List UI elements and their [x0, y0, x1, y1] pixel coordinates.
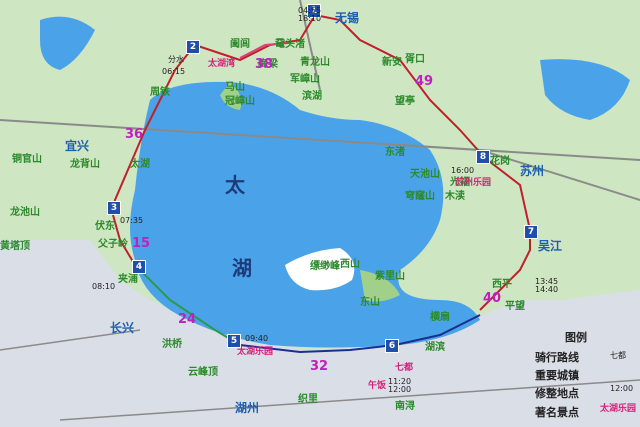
- legend-sample-town: 七都: [610, 351, 626, 360]
- place-helv: 阖闾: [230, 39, 250, 50]
- checkpoint-7[interactable]: 7: [524, 225, 538, 239]
- place-xishan: 西山: [340, 259, 360, 270]
- place-dongzhu: 东渚: [385, 147, 405, 158]
- checkpoint-5-time: 09:40: [245, 334, 269, 343]
- poi-taihuleyuan: 太湖乐园: [237, 347, 274, 357]
- checkpoint-7-time: 13:45 14:40: [535, 277, 559, 294]
- city-huzhou: 湖州: [235, 401, 260, 415]
- place-longbeishan: 龙背山: [70, 159, 100, 170]
- legend-sample-time: 12:00: [610, 384, 634, 393]
- checkpoint-8[interactable]: 8: [476, 150, 490, 164]
- checkpoint-1-time: 04:55 18:10: [298, 6, 322, 23]
- place-xinan: 新安: [382, 57, 402, 68]
- legend-route: 骑行路线: [535, 351, 579, 364]
- checkpoint-fenshui: 分水: [168, 55, 184, 64]
- place-nanxun: 南浔: [395, 401, 415, 412]
- poi-qidu: 七都: [395, 363, 414, 373]
- checkpoint-3[interactable]: 3: [107, 201, 121, 215]
- place-huangtading: 黄塔顶: [0, 241, 30, 252]
- place-fudong: 伏东: [95, 221, 115, 232]
- place-junzhangshan: 军嶂山: [290, 74, 320, 85]
- city-wuxi: 无锡: [335, 11, 360, 25]
- distance-label: 15: [132, 236, 151, 251]
- place-xiping: 西平: [492, 279, 512, 290]
- legend-title: 图例: [565, 331, 587, 344]
- place-wangting: 望亭: [395, 96, 415, 107]
- place-zilishan: 紫里山: [375, 271, 405, 282]
- legend-sample-poi: 太湖乐园: [600, 404, 637, 414]
- distance-label: 40: [483, 291, 502, 306]
- place-qionglongshan: 穹窿山: [405, 191, 435, 202]
- place-piaomiaofeng: 缥缈峰: [310, 261, 340, 272]
- place-binhu: 滨湖: [302, 91, 322, 102]
- place-yunfengding: 云峰顶: [188, 367, 218, 378]
- checkpoint-2-time: 06:15: [162, 67, 186, 76]
- place-huagang: 花岗: [490, 156, 510, 167]
- distance-label: 38: [255, 57, 274, 72]
- checkpoint-6-time: 11:20 12:00: [388, 377, 412, 394]
- poi-wufan: 午饭: [368, 381, 387, 391]
- legend-rest: 修整地点: [535, 387, 579, 400]
- lake-char-1: 太: [225, 173, 245, 197]
- place-hongqiao: 洪桥: [162, 339, 182, 350]
- place-taihu: 太湖: [130, 159, 150, 170]
- poi-taihuwan: 太湖湾: [208, 59, 236, 69]
- city-yixing: 宜兴: [65, 139, 90, 153]
- checkpoint-5[interactable]: 5: [227, 334, 241, 348]
- poi-suzhouleyuan: 苏州乐园: [455, 178, 492, 188]
- place-fuziling: 父子岭: [98, 239, 128, 250]
- place-dongshan: 东山: [360, 297, 380, 308]
- place-tianchishan: 天池山: [410, 169, 440, 180]
- place-mashan: 马山: [225, 82, 245, 93]
- place-tongguanshan: 铜官山: [12, 154, 42, 165]
- place-jiapu: 夹浦: [118, 274, 138, 285]
- distance-label: 36: [125, 127, 144, 142]
- checkpoint-2[interactable]: 2: [186, 40, 200, 54]
- checkpoint-4-time: 08:10: [92, 282, 116, 291]
- place-guanzhangshan: 冠嶂山: [225, 96, 255, 107]
- place-mudu: 木渎: [445, 191, 465, 202]
- place-pingwang: 平望: [505, 301, 525, 312]
- city-changxing: 长兴: [110, 321, 135, 335]
- place-xuekou: 胥口: [405, 54, 425, 65]
- legend-scenic: 著名景点: [535, 406, 579, 419]
- checkpoint-6[interactable]: 6: [385, 339, 399, 353]
- checkpoint-4[interactable]: 4: [132, 260, 146, 274]
- distance-label: 24: [178, 312, 197, 327]
- legend-town: 重要城镇: [535, 369, 579, 382]
- distance-label: 32: [310, 359, 329, 374]
- lake-char-2: 湖: [232, 256, 252, 280]
- map-legend: 图例 骑行路线 重要城镇 修整地点 著名景点 七都 12:00 太湖乐园: [535, 327, 640, 427]
- place-hubin: 湖滨: [425, 342, 445, 353]
- place-hengshan: 横扇: [430, 312, 450, 323]
- distance-label: 49: [415, 74, 434, 89]
- place-zhoutie: 周铁: [150, 87, 170, 98]
- checkpoint-3-time: 07:35: [120, 216, 144, 225]
- place-yuantouzhu: 鼋头渚: [275, 39, 305, 50]
- place-qinglongshan: 青龙山: [300, 57, 330, 68]
- map-canvas[interactable]: 太 湖 无锡 苏州 湖州 长兴 宜兴 吴江 胥口 周铁 马山 冠嶂山 滨湖 新安…: [0, 0, 640, 427]
- city-suzhou: 苏州: [520, 164, 545, 178]
- city-wujiang: 吴江: [538, 239, 563, 253]
- place-zhili: 织里: [298, 394, 318, 405]
- checkpoint-8-time: 16:00: [451, 166, 475, 175]
- place-longchishan: 龙池山: [10, 207, 40, 218]
